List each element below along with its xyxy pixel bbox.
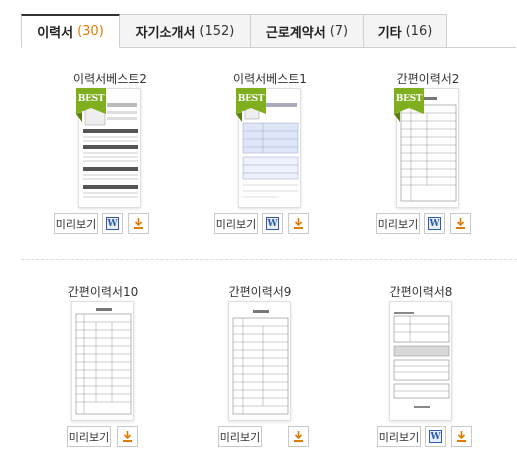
hwp-file-icon	[455, 430, 468, 443]
template-thumbnail[interactable]	[228, 301, 291, 421]
preview-button[interactable]: 미리보기	[377, 426, 421, 447]
best-badge: BEST	[394, 88, 424, 122]
word-file-icon: W	[266, 217, 279, 230]
tab-resume[interactable]: 이력서 (30)	[21, 14, 120, 48]
template-title[interactable]: 이력서베스트2	[40, 70, 180, 87]
tab-count: (7)	[329, 23, 349, 39]
preview-button[interactable]: 미리보기	[54, 213, 98, 234]
template-title[interactable]: 간편이력서9	[190, 283, 330, 300]
tab-other[interactable]: 기타 (16)	[364, 14, 447, 48]
tab-label: 기타	[377, 25, 402, 41]
template-card: 간편이력서9 미리보기	[190, 283, 330, 453]
hwp-download-button[interactable]	[117, 426, 138, 447]
hwp-file-icon	[292, 430, 305, 443]
word-download-button[interactable]: W	[425, 426, 446, 447]
hwp-file-icon	[454, 217, 467, 230]
hwp-file-icon	[132, 217, 145, 230]
word-file-icon: W	[106, 217, 119, 230]
template-card: 이력서베스트2 BEST 미리보기 W	[40, 70, 180, 240]
word-file-icon: W	[428, 217, 441, 230]
card-actions: 미리보기	[33, 426, 173, 448]
tab-employment-contract[interactable]: 근로계약서 (7)	[251, 14, 364, 48]
hwp-download-button[interactable]	[450, 213, 471, 234]
tab-label: 자기소개서	[135, 25, 196, 41]
hwp-download-button[interactable]	[288, 426, 309, 447]
word-download-button[interactable]: W	[262, 213, 283, 234]
best-badge-label: BEST	[237, 94, 265, 104]
preview-button[interactable]: 미리보기	[376, 213, 420, 234]
card-actions: 미리보기 W	[358, 213, 498, 235]
template-card: 간편이력서10 미리보기	[33, 283, 173, 453]
template-title[interactable]: 이력서베스트1	[200, 70, 340, 87]
card-actions: 미리보기 W	[40, 213, 180, 235]
tab-count: (152)	[199, 23, 235, 39]
template-thumbnail[interactable]	[389, 301, 452, 421]
card-actions: 미리보기	[190, 426, 330, 448]
best-badge-label: BEST	[395, 94, 423, 104]
hwp-file-icon	[121, 430, 134, 443]
tab-count: (30)	[77, 24, 104, 39]
template-card: 간편이력서8 미리보기 W	[351, 283, 491, 453]
template-card: 간편이력서2 BEST 미리보기 W	[358, 70, 498, 240]
tab-cover-letter[interactable]: 자기소개서 (152)	[120, 14, 251, 48]
row-divider	[21, 259, 517, 260]
template-title[interactable]: 간편이력서10	[33, 283, 173, 300]
tab-count: (16)	[405, 23, 433, 39]
word-file-icon: W	[429, 430, 442, 443]
category-tabs: 이력서 (30) 자기소개서 (152) 근로계약서 (7) 기타 (16)	[21, 14, 516, 48]
preview-button[interactable]: 미리보기	[214, 213, 258, 234]
template-thumbnail[interactable]	[71, 301, 134, 421]
preview-button[interactable]: 미리보기	[218, 426, 262, 447]
hwp-download-button[interactable]	[288, 213, 309, 234]
best-badge: BEST	[236, 88, 266, 122]
template-title[interactable]: 간편이력서2	[358, 70, 498, 87]
hwp-download-button[interactable]	[451, 426, 472, 447]
template-card: 이력서베스트1 BEST 미리보기 W	[200, 70, 340, 240]
word-download-button[interactable]: W	[102, 213, 123, 234]
word-download-button[interactable]: W	[424, 213, 445, 234]
hwp-file-icon	[292, 217, 305, 230]
tab-label: 근로계약서	[265, 25, 326, 41]
template-title[interactable]: 간편이력서8	[351, 283, 491, 300]
card-actions: 미리보기 W	[200, 213, 340, 235]
best-badge-label: BEST	[77, 94, 105, 104]
best-badge: BEST	[76, 88, 106, 122]
tab-label: 이력서	[37, 26, 74, 41]
hwp-download-button[interactable]	[128, 213, 149, 234]
card-actions: 미리보기 W	[351, 426, 491, 448]
preview-button[interactable]: 미리보기	[67, 426, 111, 447]
